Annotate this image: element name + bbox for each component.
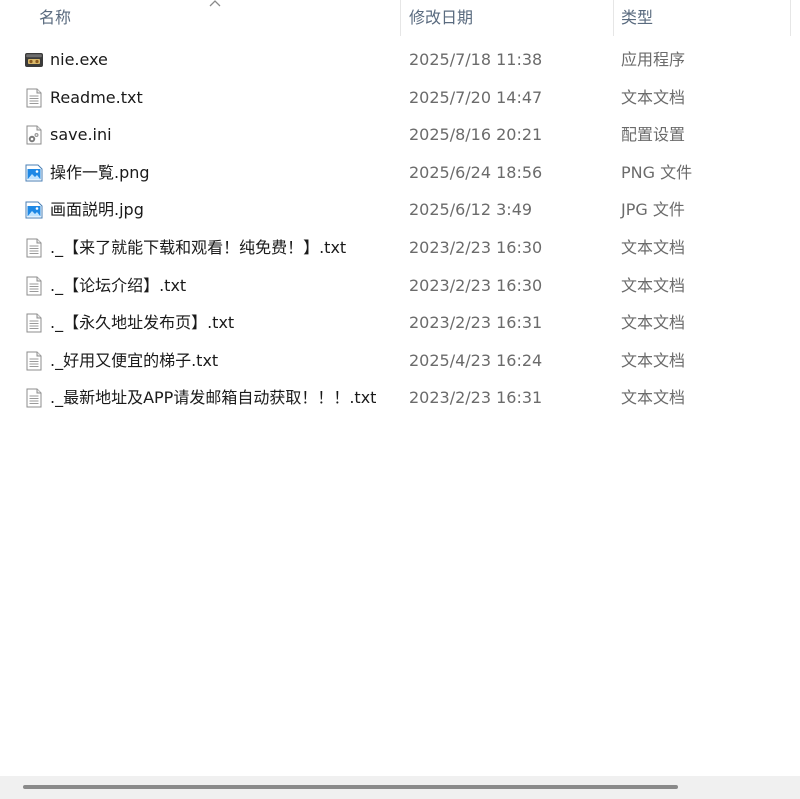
- file-date-modified: 2023/2/23 16:31: [409, 313, 543, 333]
- file-row[interactable]: ._【永久地址发布页】.txt 2023/2/23 16:31 文本文档: [0, 304, 800, 342]
- file-name[interactable]: ._【永久地址发布页】.txt: [50, 304, 234, 341]
- file-name[interactable]: ._【来了就能下载和观看！纯免费！】.txt: [50, 229, 346, 266]
- file-type: 应用程序: [621, 50, 686, 69]
- text-file-icon: [24, 388, 44, 408]
- file-date-modified: 2025/4/23 16:24: [409, 350, 543, 370]
- file-date-modified: 2023/2/23 16:30: [409, 237, 543, 257]
- text-file-icon: [24, 238, 44, 258]
- file-date-modified: 2023/2/23 16:30: [409, 275, 543, 295]
- image-file-icon: [24, 200, 44, 220]
- file-name[interactable]: nie.exe: [50, 41, 108, 78]
- file-type: 文本文档: [621, 87, 686, 107]
- image-file-icon: [24, 163, 44, 183]
- file-name[interactable]: ._好用又便宜的梯子.txt: [50, 342, 218, 379]
- file-type: 文本文档: [621, 388, 686, 408]
- horizontal-scrollbar-thumb[interactable]: [23, 785, 678, 789]
- file-name[interactable]: ._最新地址及APP请发邮箱自动获取！！！.txt: [50, 379, 376, 416]
- file-type: 文本文档: [621, 237, 686, 257]
- file-date-modified: 2025/8/16 20:21: [409, 125, 543, 145]
- file-row[interactable]: save.ini 2025/8/16 20:21 配置设置: [0, 116, 800, 154]
- column-header-name[interactable]: 名称: [0, 0, 400, 36]
- column-divider[interactable]: [790, 0, 791, 36]
- file-type: PNG 文件: [621, 162, 693, 182]
- file-row[interactable]: 画面説明.jpg 2025/6/12 3:49 JPG 文件: [0, 191, 800, 229]
- file-date-modified: 2025/6/12 3:49: [409, 200, 533, 220]
- file-type: 文本文档: [621, 350, 686, 370]
- file-row[interactable]: ._好用又便宜的梯子.txt 2025/4/23 16:24 文本文档: [0, 342, 800, 380]
- file-name[interactable]: 操作一覧.png: [50, 154, 150, 191]
- horizontal-scrollbar[interactable]: [0, 776, 800, 799]
- file-name[interactable]: ._【论坛介绍】.txt: [50, 267, 186, 304]
- file-row[interactable]: ._【来了就能下载和观看！纯免费！】.txt 2023/2/23 16:30 文本文…: [0, 229, 800, 267]
- file-type: JPG 文件: [621, 200, 685, 220]
- column-header-type[interactable]: 类型: [614, 0, 790, 36]
- file-name[interactable]: Readme.txt: [50, 79, 143, 116]
- file-row[interactable]: ._【论坛介绍】.txt 2023/2/23 16:30 文本文档: [0, 267, 800, 305]
- file-row[interactable]: 操作一覧.png 2025/6/24 18:56 PNG 文件: [0, 154, 800, 192]
- file-list: nie.exe 2025/7/18 11:38 应用程序 Readme.txt 2025…: [0, 41, 800, 417]
- file-date-modified: 2025/6/24 18:56: [409, 162, 543, 182]
- text-file-icon: [24, 313, 44, 333]
- column-header-bar: 名称 修改日期 类型: [0, 0, 800, 36]
- text-file-icon: [24, 276, 44, 296]
- file-row[interactable]: Readme.txt 2025/7/20 14:47 文本文档: [0, 79, 800, 117]
- exe-app-icon: [24, 50, 44, 70]
- text-file-icon: [24, 88, 44, 108]
- column-header-date-modified[interactable]: 修改日期: [401, 0, 613, 36]
- file-name[interactable]: 画面説明.jpg: [50, 191, 144, 228]
- file-type: 文本文档: [621, 275, 686, 295]
- file-explorer: 名称 修改日期 类型 nie.exe 2025/7/18 11:38 应用程序 Rea…: [0, 0, 800, 799]
- file-type: 文本文档: [621, 313, 686, 333]
- file-name[interactable]: save.ini: [50, 116, 112, 153]
- config-file-icon: [24, 125, 44, 145]
- text-file-icon: [24, 351, 44, 371]
- file-date-modified: 2025/7/20 14:47: [409, 87, 543, 107]
- file-date-modified: 2025/7/18 11:38: [409, 50, 543, 69]
- file-row[interactable]: nie.exe 2025/7/18 11:38 应用程序: [0, 41, 800, 79]
- file-date-modified: 2023/2/23 16:31: [409, 388, 543, 408]
- file-row[interactable]: ._最新地址及APP请发邮箱自动获取！！！.txt 2023/2/23 16:31…: [0, 379, 800, 417]
- file-type: 配置设置: [621, 125, 686, 145]
